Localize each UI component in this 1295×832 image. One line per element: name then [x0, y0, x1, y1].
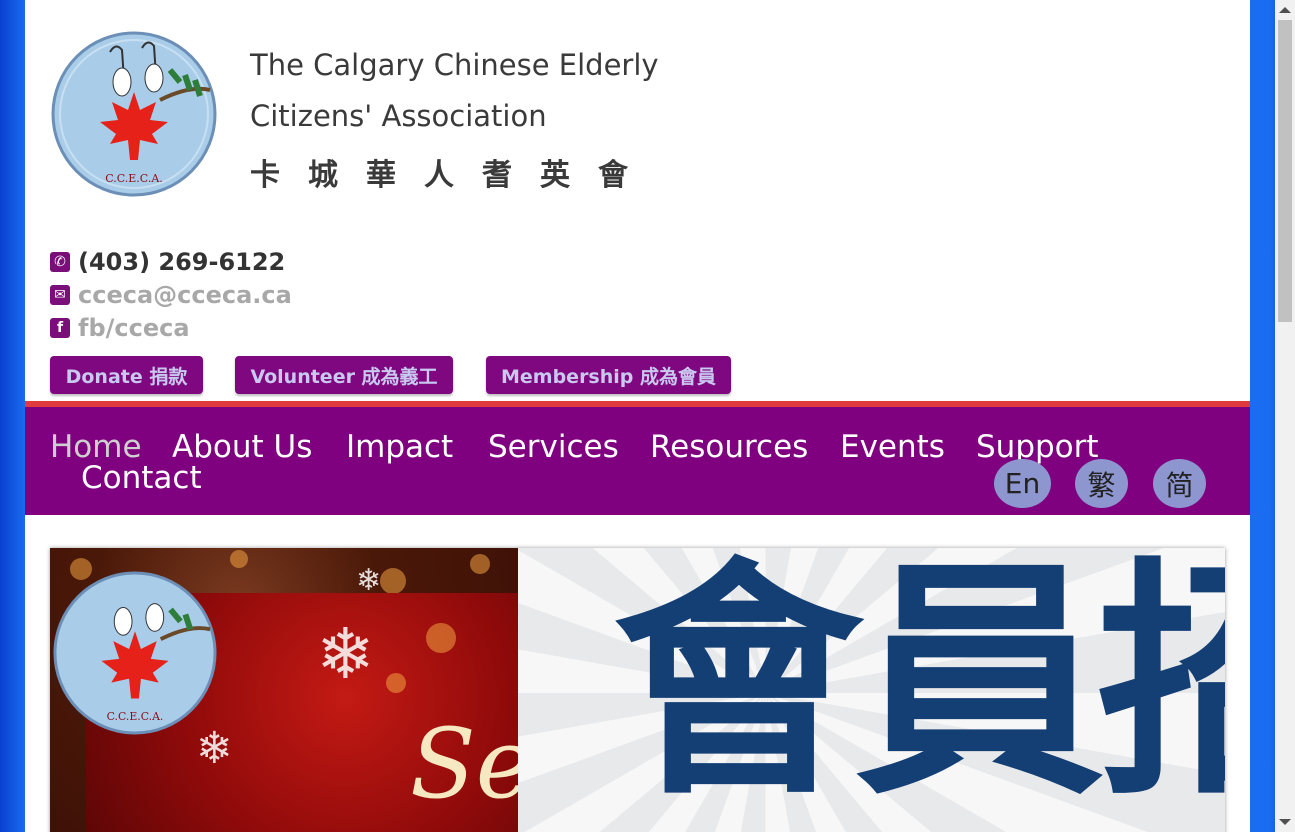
- slide-logo-text: C.C.E.C.A.: [107, 710, 164, 723]
- slide-membership: 會員招募: [518, 548, 1225, 832]
- email-link: cceca@cceca.ca: [78, 281, 292, 309]
- site-title-line1[interactable]: The Calgary Chinese Elderly: [250, 48, 659, 82]
- nav-contact[interactable]: Contact: [81, 460, 202, 496]
- page: C.C.E.C.A. The Calgary Chinese Elderly C…: [25, 0, 1250, 832]
- nav-support[interactable]: Support: [976, 429, 1099, 465]
- cceca-logo[interactable]: C.C.E.C.A.: [50, 30, 218, 198]
- nav-services[interactable]: Services: [488, 429, 619, 465]
- snowflake-icon: ❄: [316, 613, 375, 695]
- nav-resources[interactable]: Resources: [650, 429, 808, 465]
- volunteer-button[interactable]: Volunteer 成為義工: [235, 356, 453, 394]
- logo-text: C.C.E.C.A.: [105, 172, 163, 185]
- scroll-up-arrow-icon[interactable]: [1279, 7, 1291, 13]
- hero-slideshow[interactable]: ❄ ❄ ❄ Se C.C.E.C.A. 會員招募: [50, 548, 1225, 832]
- main-nav: Home About Us Impact Services Resources …: [25, 407, 1250, 515]
- lang-english-button[interactable]: En: [994, 459, 1051, 508]
- site-title-chinese[interactable]: 卡城華人耆英會: [250, 150, 656, 194]
- facebook-link: fb/cceca: [78, 314, 190, 342]
- donate-button[interactable]: Donate 捐款: [50, 356, 203, 394]
- slide-logo: C.C.E.C.A.: [53, 571, 217, 735]
- contact-email[interactable]: ✉ cceca@cceca.ca: [50, 281, 292, 309]
- contact-phone[interactable]: ✆ (403) 269-6122: [50, 248, 285, 276]
- membership-button[interactable]: Membership 成為會員: [486, 356, 731, 394]
- snowflake-icon: ❄: [356, 563, 382, 598]
- envelope-icon: ✉: [50, 285, 70, 305]
- nav-events[interactable]: Events: [840, 429, 945, 465]
- site-title-line2[interactable]: Citizens' Association: [250, 99, 547, 133]
- slide-christmas: ❄ ❄ ❄ Se C.C.E.C.A.: [50, 548, 533, 832]
- scroll-down-arrow-icon[interactable]: [1279, 819, 1291, 825]
- slide-script-text: Se: [410, 708, 533, 820]
- phone-icon: ✆: [50, 252, 70, 272]
- page-scrollbar[interactable]: [1275, 0, 1295, 832]
- lang-traditional-button[interactable]: 繁: [1075, 459, 1128, 508]
- contact-facebook[interactable]: f fb/cceca: [50, 314, 190, 342]
- nav-impact[interactable]: Impact: [346, 429, 453, 465]
- scroll-thumb[interactable]: [1278, 20, 1292, 322]
- lang-simplified-button[interactable]: 简: [1153, 459, 1206, 508]
- facebook-icon: f: [50, 318, 70, 338]
- phone-number: (403) 269-6122: [78, 248, 286, 276]
- membership-recruit-text: 會員招募: [613, 548, 1225, 828]
